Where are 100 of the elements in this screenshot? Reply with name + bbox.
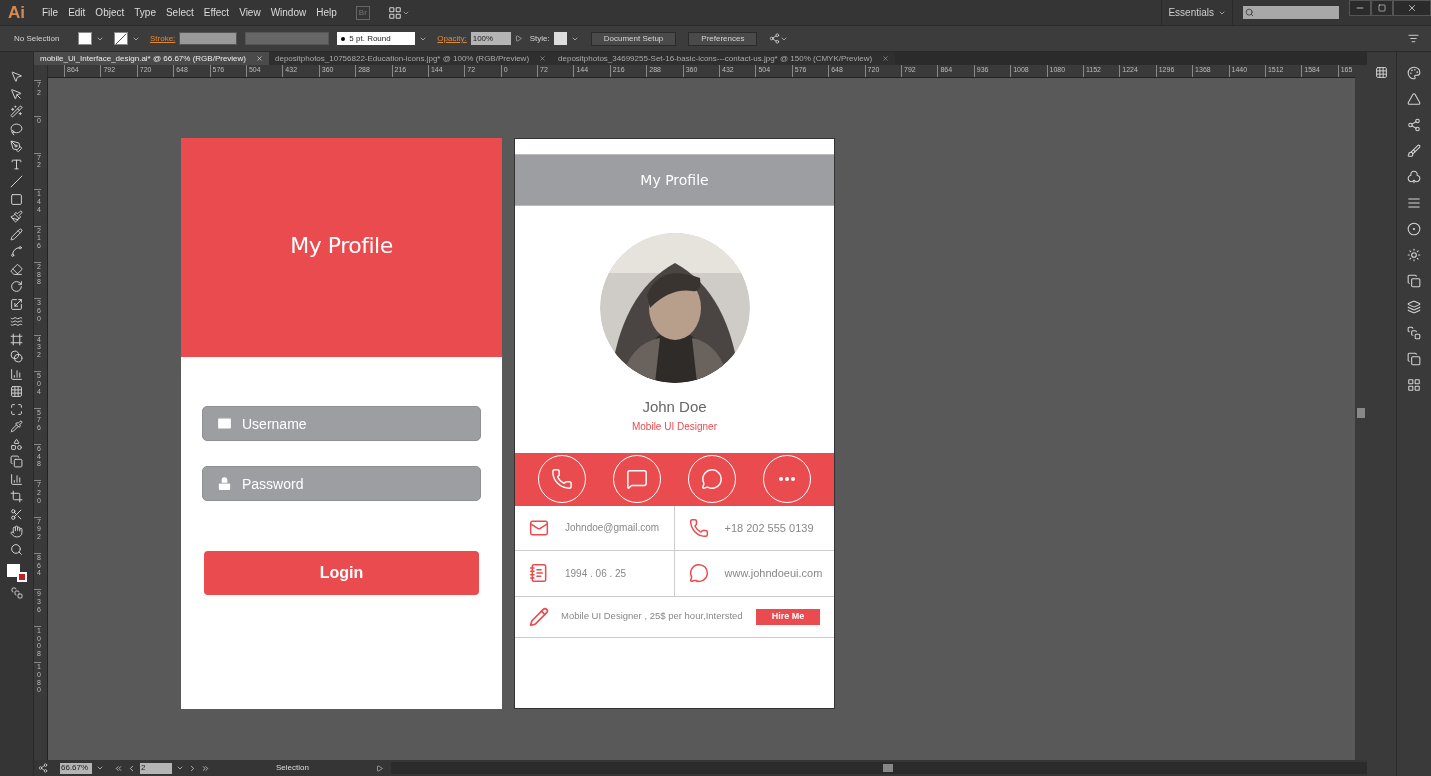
- nodes-icon[interactable]: [1407, 118, 1421, 132]
- opacity-field[interactable]: 100%: [470, 32, 511, 45]
- menu-item[interactable]: Object: [90, 5, 130, 20]
- share-icon[interactable]: [38, 763, 48, 773]
- first-icon[interactable]: [114, 763, 123, 773]
- workspace-switcher[interactable]: Essentials: [1161, 0, 1233, 25]
- menu-item[interactable]: Help: [311, 5, 342, 20]
- input-field[interactable]: Password: [202, 466, 481, 501]
- wand-icon[interactable]: [10, 105, 23, 118]
- search-field[interactable]: [1243, 6, 1339, 19]
- close-icon: [1407, 3, 1417, 13]
- next-icon[interactable]: [188, 763, 197, 773]
- zoom-icon[interactable]: [10, 542, 23, 556]
- stroke-label[interactable]: Stroke:: [150, 32, 176, 45]
- warp-icon[interactable]: [10, 315, 23, 328]
- close-icon[interactable]: [539, 55, 547, 62]
- caret-icon[interactable]: [96, 764, 104, 772]
- graph-icon[interactable]: [10, 367, 23, 381]
- menu-item[interactable]: Window: [265, 5, 312, 20]
- stroke-weight-field[interactable]: [179, 32, 238, 45]
- line-icon[interactable]: [10, 175, 23, 188]
- menu-item[interactable]: Type: [129, 5, 161, 20]
- pencil-icon[interactable]: [10, 227, 23, 241]
- layers-icon[interactable]: [1407, 300, 1421, 314]
- app-logo: Ai: [8, 1, 25, 24]
- close-icon[interactable]: [256, 55, 263, 62]
- brush-icon[interactable]: [10, 210, 23, 223]
- palette-icon[interactable]: [1407, 66, 1421, 80]
- rectangle-icon[interactable]: [10, 192, 23, 206]
- previous-icon[interactable]: [127, 763, 136, 773]
- search-icon: [1245, 8, 1254, 17]
- squares-icon[interactable]: [1407, 274, 1421, 288]
- lines-icon[interactable]: [1407, 196, 1421, 210]
- horizontal-scrollbar[interactable]: [391, 762, 1367, 774]
- document-tab[interactable]: mobile_Ui_Interface_design.ai* @ 66.67% (RGB/Preview): [34, 52, 269, 65]
- brushes-icon[interactable]: [1407, 144, 1421, 158]
- last-icon[interactable]: [201, 763, 210, 773]
- type-icon[interactable]: [10, 157, 23, 171]
- lasso-icon[interactable]: [10, 122, 23, 136]
- menu-item[interactable]: File: [37, 5, 64, 20]
- profile-role: Mobile UI Designer: [631, 419, 717, 434]
- pencil-icon: [529, 605, 549, 628]
- squares-icon[interactable]: [1407, 326, 1421, 340]
- phone-icon: [688, 517, 709, 538]
- arrange-icon[interactable]: [387, 5, 402, 20]
- toolbar-button[interactable]: Preferences: [688, 31, 758, 46]
- document-tab[interactable]: depositphotos_34699255-Set-16-basic-icons---contact-us.jpg* @ 150% (CMYK/Preview): [552, 52, 896, 65]
- opacity-label[interactable]: Opacity:: [437, 32, 467, 45]
- menu-item[interactable]: View: [234, 5, 266, 20]
- fill-swatch[interactable]: [78, 32, 92, 45]
- zoom-field[interactable]: 66.67%: [60, 762, 92, 774]
- style-label: Style:: [529, 32, 550, 45]
- minimize-button[interactable]: [1349, 0, 1371, 16]
- play-icon[interactable]: [376, 764, 383, 772]
- hire-button[interactable]: Hire Me: [756, 608, 820, 625]
- eraser-icon[interactable]: [10, 262, 23, 276]
- brush-dropdown[interactable]: 5 pt. Round: [337, 32, 416, 45]
- header-title: My Profile: [640, 170, 709, 190]
- stroke-swatch[interactable]: [114, 32, 128, 45]
- caret-icon[interactable]: [176, 764, 184, 772]
- input-field[interactable]: Username: [202, 406, 481, 441]
- scroll-thumb[interactable]: [1357, 408, 1365, 418]
- mail-icon: [216, 415, 233, 432]
- contact-detail: 1994 . 06 . 25: [565, 566, 627, 581]
- column-graph-icon[interactable]: [10, 472, 23, 486]
- play-icon[interactable]: [514, 35, 522, 42]
- share-icon[interactable]: [769, 33, 781, 44]
- selection-label: No Selection: [14, 32, 61, 45]
- curve-icon[interactable]: [10, 245, 23, 258]
- menu-item[interactable]: Effect: [198, 5, 235, 20]
- profile-name: John Doe: [642, 397, 707, 417]
- rotate-icon[interactable]: [10, 280, 23, 293]
- header-title: My Profile: [290, 232, 393, 260]
- scale-icon[interactable]: [10, 297, 23, 311]
- pointer-icon[interactable]: [10, 70, 23, 83]
- panel-menu-icon[interactable]: [1408, 33, 1419, 44]
- document-tab[interactable]: depositphotos_10756822-Education-icons.jpg* @ 100% (RGB/Preview): [269, 52, 553, 65]
- grid-icon[interactable]: [1407, 378, 1421, 392]
- menu-item[interactable]: Edit: [63, 5, 91, 20]
- toolbar-button[interactable]: Document Setup: [590, 31, 677, 46]
- login-button[interactable]: Login: [204, 551, 479, 595]
- circle-icon[interactable]: [1407, 222, 1421, 236]
- contact-detail: www.johndoeui.com: [724, 566, 823, 581]
- pointer-icon[interactable]: [10, 87, 23, 101]
- notebook-icon: [529, 563, 549, 584]
- scroll-thumb[interactable]: [883, 764, 893, 772]
- bio-text: Mobile UI Designer , 25$ per hour,Intersted: [561, 609, 743, 624]
- current-tool: Selection: [276, 762, 310, 774]
- mesh-icon[interactable]: [10, 385, 23, 398]
- fill-stroke-swatch[interactable]: [6, 564, 27, 582]
- club-icon[interactable]: [1407, 170, 1421, 184]
- pen-icon[interactable]: [10, 140, 23, 153]
- hand-icon[interactable]: [10, 525, 23, 538]
- sun-icon[interactable]: [1407, 248, 1421, 262]
- artboard-field[interactable]: 2: [140, 762, 172, 774]
- eyedropper-icon[interactable]: [10, 420, 23, 433]
- menu-item[interactable]: Select: [160, 5, 199, 20]
- close-icon[interactable]: [882, 55, 890, 62]
- chat-icon: [626, 468, 649, 490]
- style-swatch[interactable]: [553, 32, 567, 45]
